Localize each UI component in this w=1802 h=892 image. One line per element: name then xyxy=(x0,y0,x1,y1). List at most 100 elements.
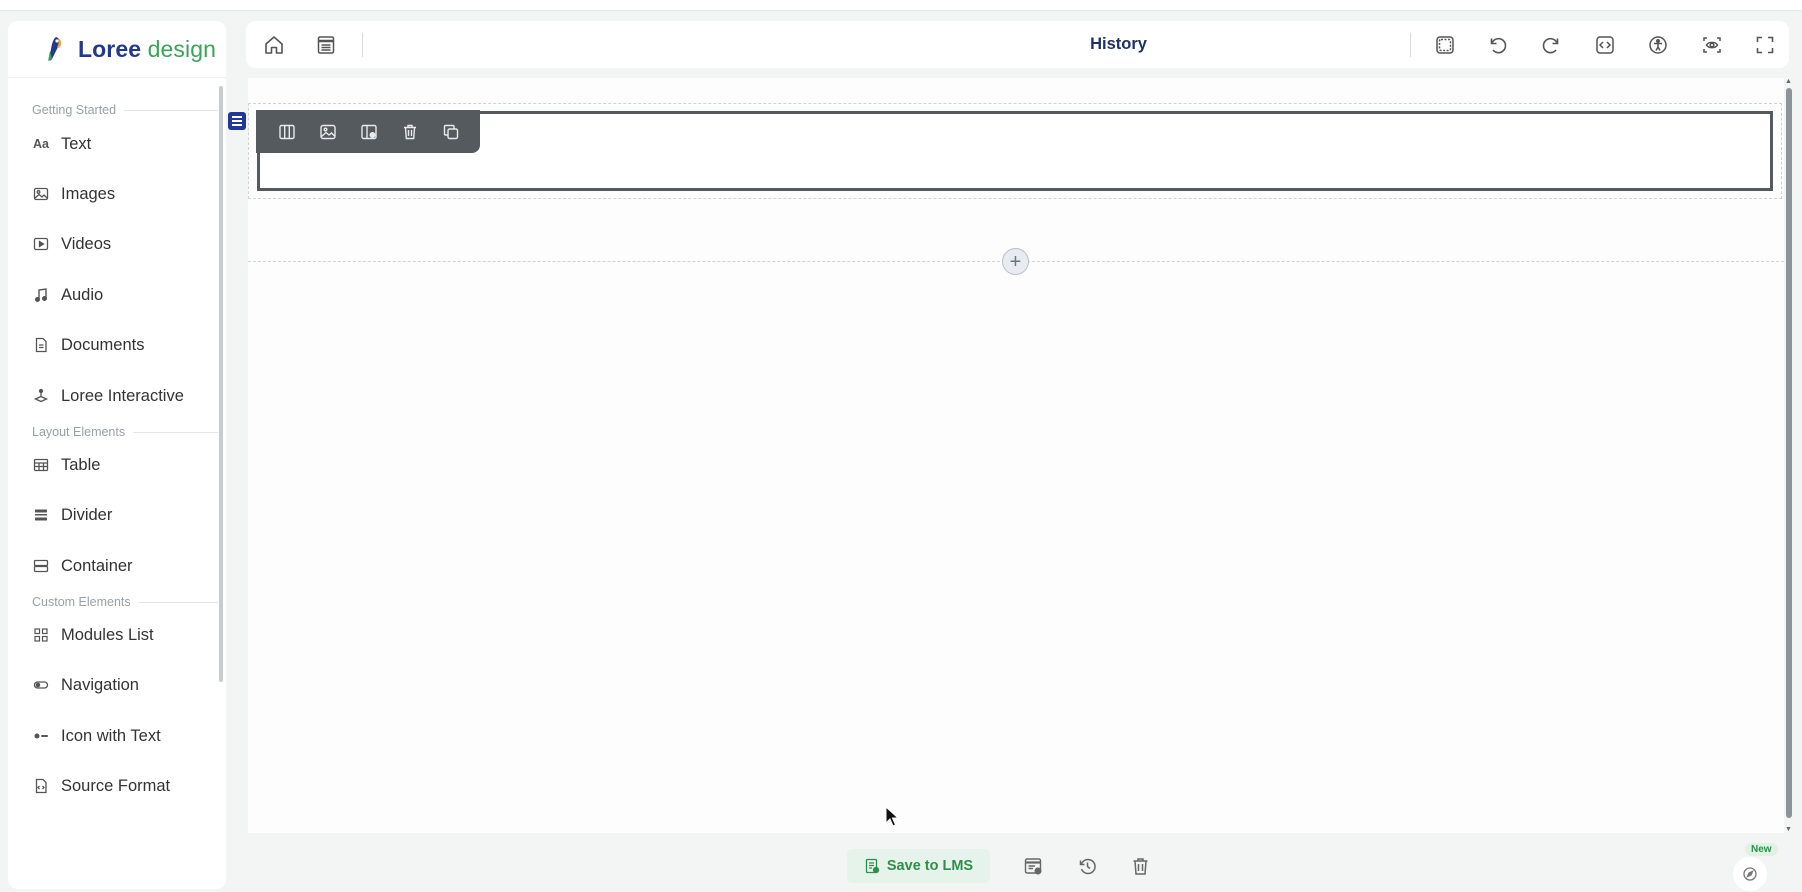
template-button[interactable] xyxy=(312,31,340,59)
row-delete-button[interactable] xyxy=(389,114,430,150)
save-to-lms-button[interactable]: Save to LMS xyxy=(847,849,990,883)
sidebar-item-label: Icon with Text xyxy=(61,726,161,745)
accessibility-icon xyxy=(1649,36,1667,54)
scroll-down-arrow[interactable]: ▼ xyxy=(1785,826,1792,833)
brand-name: Loree design xyxy=(78,36,216,63)
divider-icon xyxy=(32,506,50,524)
save-template-icon xyxy=(1024,857,1041,874)
sidebar-item-label: Images xyxy=(61,184,116,203)
container-outline-button[interactable] xyxy=(1431,31,1459,59)
container-icon xyxy=(32,557,50,575)
sidebar-item-navigation[interactable]: Navigation xyxy=(32,668,222,702)
selected-row[interactable] xyxy=(257,111,1773,191)
sidebar-item-images[interactable]: Images xyxy=(32,177,222,211)
toolbar-divider xyxy=(1410,33,1411,57)
preview-icon xyxy=(1703,37,1721,53)
icon-text-icon xyxy=(32,727,50,745)
sidebar-item-source-format[interactable]: Source Format xyxy=(32,769,222,803)
columns-icon xyxy=(278,124,295,139)
row-background-image-button[interactable] xyxy=(307,114,348,150)
trash-icon xyxy=(1133,857,1147,875)
brand-name-part2: design xyxy=(147,35,217,62)
logo: Loree design xyxy=(8,21,226,78)
brand-name-part1: Loree xyxy=(78,35,142,62)
text-aa-icon: Aa xyxy=(33,137,49,151)
row-toolbar xyxy=(256,110,480,153)
redo-button[interactable] xyxy=(1537,31,1565,59)
sidebar-item-label: Navigation xyxy=(61,675,139,694)
accessibility-button[interactable] xyxy=(1644,31,1672,59)
fullscreen-icon xyxy=(1756,36,1774,54)
sidebar-item-divider[interactable]: Divider xyxy=(32,498,222,532)
navigation-icon xyxy=(32,676,50,694)
delete-page-button[interactable] xyxy=(1126,852,1154,880)
save-lms-icon xyxy=(865,858,880,874)
sidebar-item-audio[interactable]: Audio xyxy=(32,278,222,312)
fullscreen-button[interactable] xyxy=(1751,31,1779,59)
row-columns-button[interactable] xyxy=(266,114,307,150)
sidebar-item-label: Videos xyxy=(61,234,112,253)
row-menu-handle[interactable] xyxy=(228,112,246,130)
page-title: History xyxy=(1090,35,1147,53)
sidebar-item-label: Container xyxy=(61,556,133,575)
code-view-button[interactable] xyxy=(1591,31,1619,59)
undo-icon xyxy=(1490,37,1507,54)
music-note-icon xyxy=(32,286,50,304)
sidebar-item-text[interactable]: Aa Text xyxy=(32,127,222,161)
scroll-up-arrow[interactable]: ▲ xyxy=(1785,78,1792,85)
section-title: Custom Elements xyxy=(32,595,131,609)
container-outline-icon xyxy=(1436,36,1454,54)
grid-icon xyxy=(32,626,50,644)
editor-toolbar: History xyxy=(246,21,1789,68)
sidebar-item-label: Loree Interactive xyxy=(61,386,184,405)
row-column-settings-button[interactable] xyxy=(348,114,389,150)
whats-new-widget[interactable]: New xyxy=(1733,843,1785,891)
scrollbar-thumb[interactable] xyxy=(1786,88,1792,818)
interactive-icon xyxy=(32,387,50,405)
section-getting-started: Getting Started xyxy=(32,103,218,117)
add-row-button[interactable]: + xyxy=(1002,248,1029,275)
editor-canvas[interactable]: + xyxy=(248,78,1784,833)
column-settings-icon xyxy=(360,124,377,139)
image-icon xyxy=(32,185,50,203)
sidebar-item-table[interactable]: Table xyxy=(32,448,222,482)
save-template-button[interactable] xyxy=(1019,852,1047,880)
mouse-pointer-icon xyxy=(885,806,899,827)
section-layout-elements: Layout Elements xyxy=(32,425,218,439)
window-top-strip xyxy=(0,0,1802,11)
section-title: Getting Started xyxy=(32,103,117,117)
preview-button[interactable] xyxy=(1698,31,1726,59)
sidebar-item-label: Documents xyxy=(61,335,145,354)
home-button[interactable] xyxy=(260,31,288,59)
delete-icon xyxy=(403,124,416,139)
section-title: Layout Elements xyxy=(32,425,126,439)
sidebar-item-modules-list[interactable]: Modules List xyxy=(32,618,222,652)
sidebar-item-documents[interactable]: Documents xyxy=(32,328,222,362)
new-badge: New xyxy=(1745,843,1778,856)
section-custom-elements: Custom Elements xyxy=(32,595,218,609)
sidebar-item-container[interactable]: Container xyxy=(32,549,222,583)
loree-logo-icon xyxy=(48,37,62,61)
sidebar-item-label: Divider xyxy=(61,505,113,524)
template-icon xyxy=(317,36,335,54)
sidebar-item-videos[interactable]: Videos xyxy=(32,227,222,261)
save-to-lms-label: Save to LMS xyxy=(886,858,974,874)
code-icon xyxy=(1596,36,1614,54)
row-duplicate-button[interactable] xyxy=(430,114,471,150)
duplicate-icon xyxy=(443,124,458,139)
table-icon xyxy=(32,456,50,474)
whats-new-button[interactable] xyxy=(1733,857,1767,891)
sidebar-item-icon-with-text[interactable]: Icon with Text xyxy=(32,719,222,753)
sidebar-item-label: Table xyxy=(61,455,101,474)
sidebar-item-label: Text xyxy=(61,134,92,153)
sidebar: Loree design Getting Started Aa Text Ima… xyxy=(8,21,226,889)
sidebar-item-loree-interactive[interactable]: Loree Interactive xyxy=(32,379,222,413)
sidebar-item-label: Source Format xyxy=(61,776,171,795)
home-icon xyxy=(265,36,283,54)
compass-icon xyxy=(1743,867,1757,881)
background-image-icon xyxy=(319,124,336,139)
canvas-scrollbar[interactable]: ▲ ▼ xyxy=(1784,78,1794,833)
history-button[interactable] xyxy=(1073,852,1101,880)
undo-button[interactable] xyxy=(1484,31,1512,59)
source-format-icon xyxy=(32,777,50,795)
